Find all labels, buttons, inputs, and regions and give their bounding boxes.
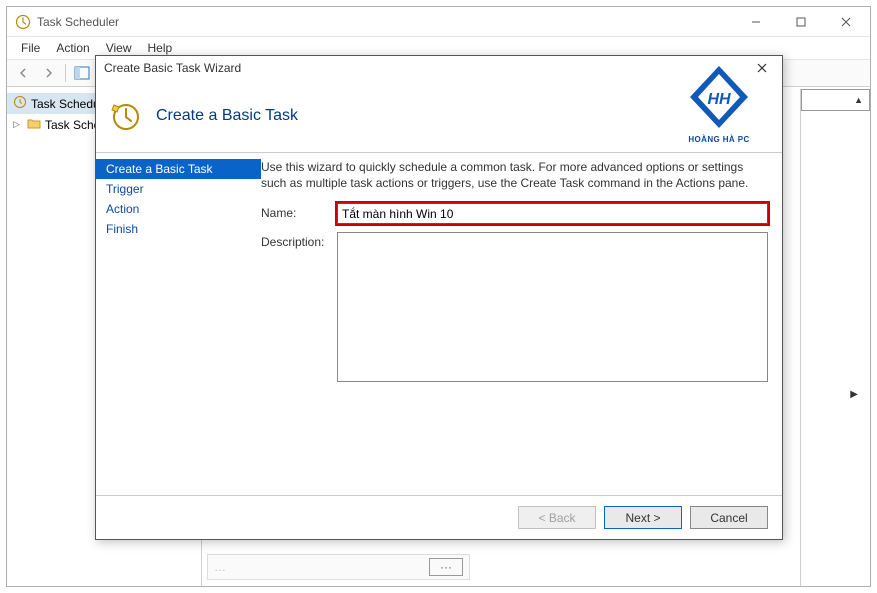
wizard-header: Create a Basic Task HH HOÀNG HÀ PC: [96, 80, 782, 152]
status-bar: … ···: [207, 554, 470, 580]
maximize-button[interactable]: [778, 8, 823, 36]
wizard-title: Create Basic Task Wizard: [104, 61, 241, 75]
back-button: < Back: [518, 506, 596, 529]
menu-action[interactable]: Action: [48, 39, 97, 57]
nav-forward-button[interactable]: [37, 62, 61, 84]
wizard-footer: < Back Next > Cancel: [96, 495, 782, 539]
chevron-up-icon: ▲: [854, 95, 863, 105]
step-action[interactable]: Action: [96, 199, 261, 219]
step-trigger[interactable]: Trigger: [96, 179, 261, 199]
description-label: Description:: [261, 232, 337, 249]
step-create-basic-task[interactable]: Create a Basic Task: [96, 159, 261, 179]
wizard-titlebar: Create Basic Task Wizard: [96, 56, 782, 80]
svg-text:HH: HH: [707, 91, 731, 108]
task-name-input[interactable]: [337, 203, 768, 224]
chevron-right-icon[interactable]: ▶: [850, 389, 858, 400]
actions-pane: ▲ ▶: [800, 89, 870, 586]
main-titlebar: Task Scheduler: [7, 7, 870, 37]
main-window-title: Task Scheduler: [37, 15, 119, 29]
wizard-form: Use this wizard to quickly schedule a co…: [261, 153, 782, 495]
brand-logo: HH HOÀNG HÀ PC: [684, 62, 754, 144]
status-refresh-button[interactable]: ···: [429, 558, 463, 576]
menu-file[interactable]: File: [13, 39, 48, 57]
wizard-clock-icon: [108, 99, 142, 133]
name-label: Name:: [261, 203, 337, 220]
brand-text: HOÀNG HÀ PC: [684, 135, 754, 144]
step-finish[interactable]: Finish: [96, 219, 261, 239]
clock-icon: [13, 95, 27, 112]
status-text: …: [214, 560, 226, 574]
actions-header[interactable]: ▲: [801, 89, 870, 111]
cancel-button[interactable]: Cancel: [690, 506, 768, 529]
minimize-button[interactable]: [733, 8, 778, 36]
wizard-intro-text: Use this wizard to quickly schedule a co…: [261, 159, 768, 191]
toolbar-panes-button[interactable]: [70, 62, 94, 84]
nav-back-button[interactable]: [11, 62, 35, 84]
task-description-input[interactable]: [337, 232, 768, 382]
create-basic-task-wizard: Create Basic Task Wizard Create a Basic …: [95, 55, 783, 540]
wizard-steps: Create a Basic Task Trigger Action Finis…: [96, 153, 261, 495]
close-button[interactable]: [823, 8, 868, 36]
wizard-heading: Create a Basic Task: [156, 107, 298, 125]
folder-icon: [27, 116, 41, 133]
app-clock-icon: [15, 14, 31, 30]
tree-expand-icon[interactable]: ▷: [13, 119, 23, 130]
next-button[interactable]: Next >: [604, 506, 682, 529]
